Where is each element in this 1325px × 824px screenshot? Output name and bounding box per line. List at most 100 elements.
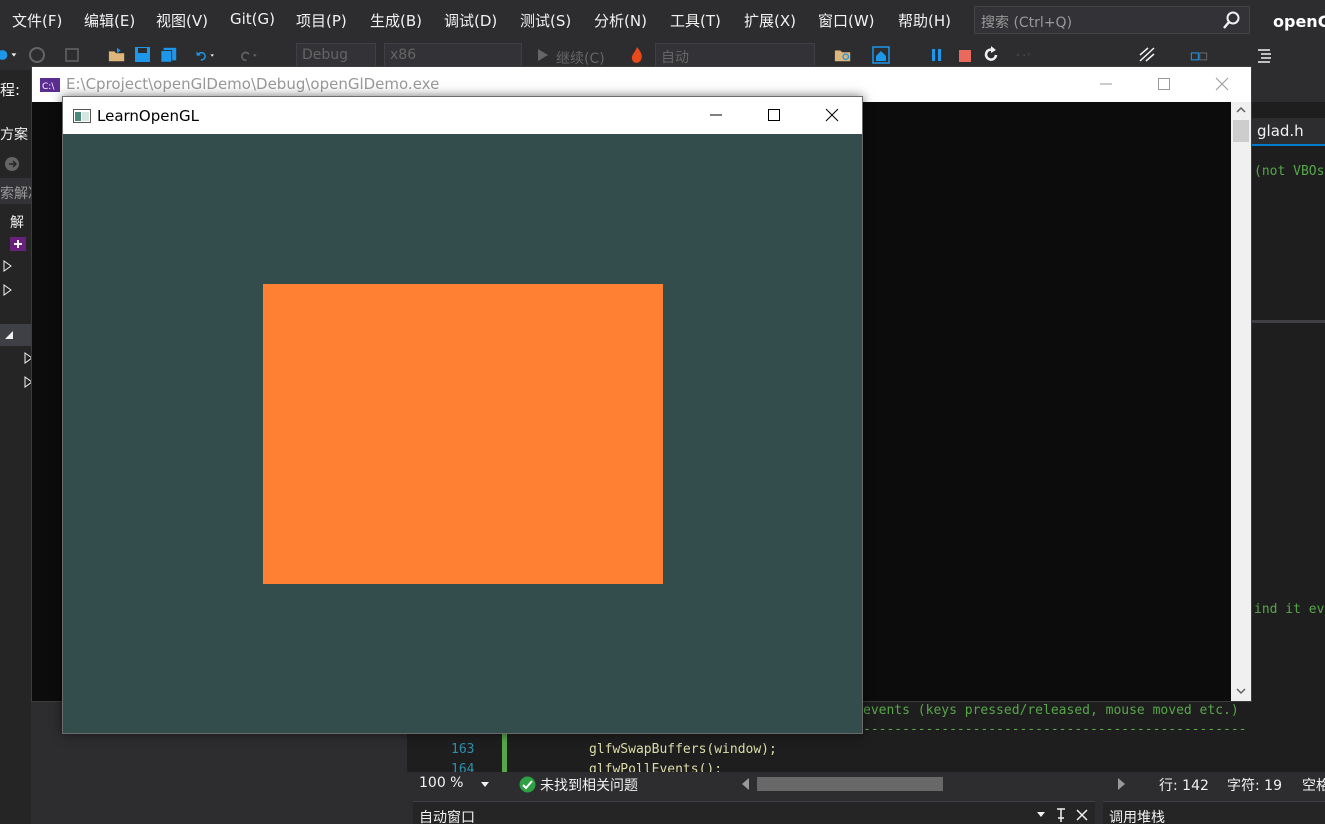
auto-value: 自动 bbox=[661, 50, 689, 66]
menu-file[interactable]: 文件(F) bbox=[12, 10, 62, 31]
show-thread-icon[interactable] bbox=[1190, 46, 1208, 64]
bottom-panels: 自动窗口 调用堆栈 bbox=[407, 797, 1325, 824]
menu-analyze[interactable]: 分析(N) bbox=[594, 10, 647, 31]
menu-debug[interactable]: 调试(D) bbox=[444, 10, 497, 31]
search-solution-box[interactable]: 索解决 bbox=[0, 178, 42, 204]
search-placeholder: 搜索 (Ctrl+Q) bbox=[981, 15, 1073, 31]
issues-status[interactable]: 未找到相关问题 bbox=[540, 775, 638, 795]
code-line-164: glfwPollEvents(); bbox=[589, 762, 723, 772]
menu-help[interactable]: 帮助(H) bbox=[898, 10, 951, 31]
solution-item[interactable]: 解 bbox=[10, 212, 24, 232]
config-value: Debug bbox=[302, 47, 349, 63]
process-label: 程: bbox=[0, 81, 21, 99]
menu-build[interactable]: 生成(B) bbox=[370, 10, 422, 31]
console-vertical-scrollbar[interactable] bbox=[1231, 102, 1251, 701]
menu-project[interactable]: 项目(P) bbox=[296, 10, 347, 31]
solution-explorer: 程: 方案 索解决 解 bbox=[0, 70, 42, 824]
home-icon[interactable] bbox=[872, 46, 890, 64]
format-icon[interactable] bbox=[1256, 46, 1274, 64]
check-circle-icon bbox=[519, 776, 536, 793]
save-icon[interactable] bbox=[134, 46, 152, 64]
menu-git[interactable]: Git(G) bbox=[230, 10, 275, 28]
console-app-icon: C:\ bbox=[40, 78, 60, 92]
search-input[interactable]: 搜索 (Ctrl+Q) bbox=[974, 6, 1250, 34]
scroll-down-icon[interactable] bbox=[1236, 687, 1246, 695]
auto-window-title: 自动窗口 bbox=[419, 810, 475, 824]
new-project-icon[interactable] bbox=[64, 46, 82, 64]
menu-extensions[interactable]: 扩展(X) bbox=[744, 10, 796, 31]
scroll-right-icon[interactable] bbox=[1118, 778, 1126, 790]
project-icon bbox=[10, 237, 26, 251]
open-folder-icon[interactable] bbox=[108, 46, 126, 64]
hot-reload-icon[interactable] bbox=[628, 46, 646, 64]
gl-titlebar[interactable]: LearnOpenGL bbox=[63, 97, 862, 134]
gl-window-title: LearnOpenGL bbox=[97, 107, 199, 125]
back-icon[interactable] bbox=[0, 46, 18, 64]
solution-name: openG bbox=[1273, 12, 1325, 31]
minimize-icon[interactable] bbox=[687, 97, 745, 134]
call-stack-panel[interactable]: 调用堆栈 bbox=[1103, 801, 1325, 824]
auto-dropdown[interactable]: 自动 bbox=[655, 43, 815, 67]
menu-window[interactable]: 窗口(W) bbox=[818, 10, 875, 31]
find-in-files-icon[interactable] bbox=[834, 46, 852, 64]
pause-icon[interactable] bbox=[928, 46, 946, 64]
code-line-163: glfwSwapBuffers(window); bbox=[589, 742, 777, 757]
splitter[interactable] bbox=[1252, 320, 1325, 323]
code-separator: ----------------------------------------… bbox=[863, 722, 1247, 737]
console-title: E:\Cproject\openGlDemo\Debug\openGlDemo.… bbox=[66, 75, 440, 93]
close-icon[interactable] bbox=[803, 97, 861, 134]
menu-edit[interactable]: 编辑(E) bbox=[84, 10, 135, 31]
menu-view[interactable]: 视图(V) bbox=[156, 10, 208, 31]
panel-controls-icon[interactable] bbox=[1037, 808, 1091, 822]
undo-icon[interactable] bbox=[196, 46, 214, 64]
maximize-icon[interactable] bbox=[745, 97, 803, 134]
scroll-left-icon[interactable] bbox=[741, 778, 749, 790]
learnopengl-window: LearnOpenGL bbox=[62, 96, 863, 734]
char-indicator: 字符: 19 bbox=[1227, 778, 1282, 794]
gl-viewport[interactable] bbox=[63, 134, 862, 733]
collapse-icon bbox=[5, 331, 13, 339]
code-comment: (not VBOs bbox=[1254, 164, 1325, 179]
orange-rectangle bbox=[263, 284, 663, 584]
code-comment: ind it ev bbox=[1254, 602, 1325, 617]
nav-back-icon[interactable] bbox=[4, 156, 22, 174]
breakpoint-icon[interactable] bbox=[1138, 46, 1156, 64]
save-all-icon[interactable] bbox=[160, 46, 178, 64]
menu-bar: 文件(F) 编辑(E) 视图(V) Git(G) 项目(P) 生成(B) 调试(… bbox=[0, 0, 1325, 42]
code-comment: events (keys pressed/released, mouse mov… bbox=[863, 703, 1239, 718]
scrollbar-thumb[interactable] bbox=[1233, 120, 1249, 142]
platform-dropdown[interactable]: x86 bbox=[384, 43, 522, 67]
editor-status-bar: 100 % 未找到相关问题 行: 142 字符: 19 空格 bbox=[407, 772, 1325, 797]
platform-value: x86 bbox=[390, 47, 417, 63]
config-dropdown[interactable]: Debug bbox=[296, 43, 376, 67]
search-icon bbox=[1223, 11, 1240, 29]
editor-right-fragment: glad.h (not VBOs ind it ev bbox=[1252, 102, 1325, 700]
selected-tree-item[interactable] bbox=[0, 324, 31, 346]
auto-window-panel[interactable]: 自动窗口 bbox=[413, 801, 1095, 824]
space-indicator[interactable]: 空格 bbox=[1302, 775, 1325, 795]
call-stack-title: 调用堆栈 bbox=[1109, 810, 1165, 824]
forward-icon[interactable] bbox=[28, 46, 46, 64]
line-number: 163 bbox=[451, 742, 475, 757]
expand-icon[interactable] bbox=[3, 284, 13, 296]
solution-explorer-title: 方案 bbox=[0, 127, 28, 143]
redo-icon[interactable] bbox=[240, 46, 258, 64]
minimize-icon[interactable] bbox=[1077, 67, 1135, 102]
maximize-icon[interactable] bbox=[1135, 67, 1193, 102]
line-indicator: 行: 142 bbox=[1159, 778, 1209, 794]
restart-icon[interactable] bbox=[982, 46, 1000, 64]
zoom-level[interactable]: 100 % bbox=[419, 775, 463, 791]
step-over-icon[interactable] bbox=[1016, 46, 1034, 64]
menu-test[interactable]: 测试(S) bbox=[520, 10, 571, 31]
gl-app-icon bbox=[73, 109, 91, 123]
menu-tools[interactable]: 工具(T) bbox=[670, 10, 721, 31]
continue-button[interactable]: 继续(C) bbox=[556, 48, 605, 68]
horizontal-scrollbar-thumb[interactable] bbox=[757, 777, 943, 791]
tab-glad-h[interactable]: glad.h bbox=[1252, 118, 1325, 146]
stop-icon[interactable] bbox=[956, 46, 974, 64]
chevron-down-icon[interactable] bbox=[481, 782, 489, 787]
expand-icon[interactable] bbox=[3, 260, 13, 272]
scroll-up-icon[interactable] bbox=[1236, 106, 1246, 114]
continue-icon[interactable] bbox=[534, 46, 552, 64]
close-icon[interactable] bbox=[1193, 67, 1251, 102]
